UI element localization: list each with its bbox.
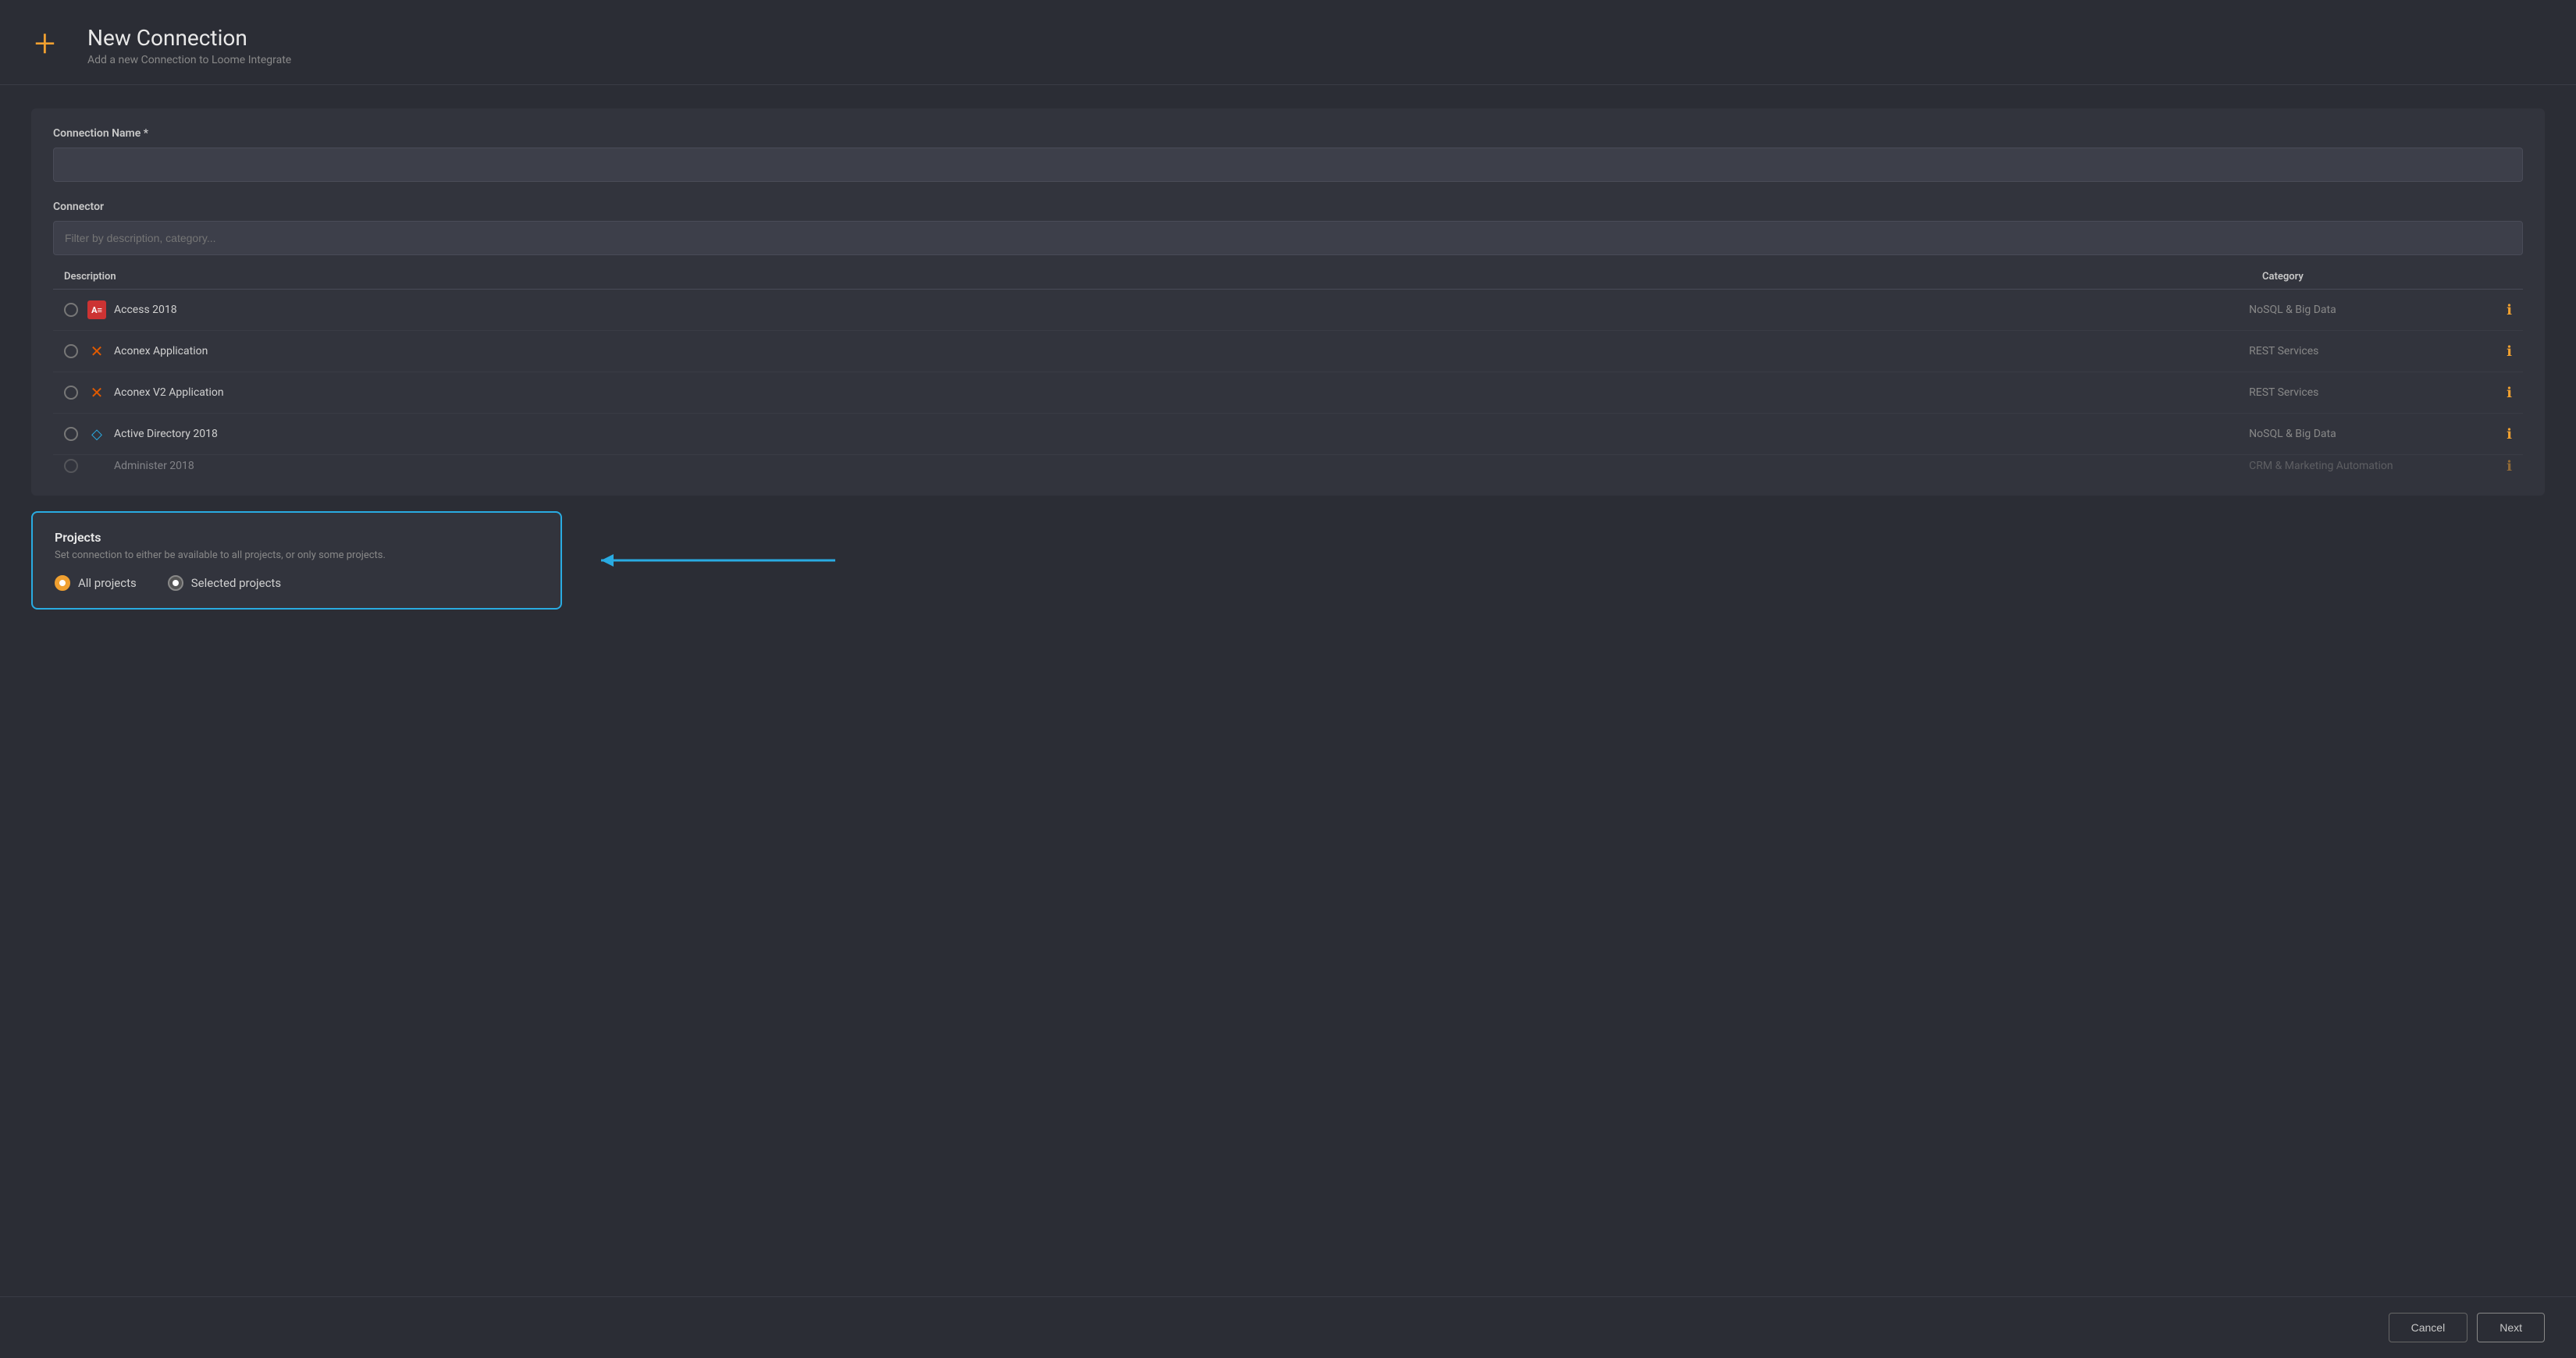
category-column-header: Category: [2262, 271, 2512, 283]
connection-name-input[interactable]: [53, 148, 2523, 182]
new-connection-icon: +: [31, 22, 72, 69]
connector-category-administer: CRM & Marketing Automation: [2249, 460, 2499, 472]
connector-name-aconex-app: Aconex Application: [114, 345, 2249, 357]
next-button[interactable]: Next: [2477, 1313, 2545, 1342]
arrow-svg: [585, 545, 851, 576]
connector-list: A≡ Access 2018 NoSQL & Big Data ℹ ✕ Acon…: [53, 290, 2523, 477]
connector-radio-aconex-app[interactable]: [64, 344, 78, 358]
aconex-app-icon: ✕: [87, 342, 106, 361]
description-column-header: Description: [64, 271, 2262, 283]
connector-category-aconex-v2: REST Services: [2249, 386, 2499, 399]
projects-title: Projects: [55, 530, 539, 545]
connector-label: Connector: [53, 201, 2523, 213]
projects-options: All projects Selected projects: [55, 575, 539, 591]
projects-with-arrow: Projects Set connection to either be ava…: [31, 511, 2545, 610]
connector-row[interactable]: Administer 2018 CRM & Marketing Automati…: [53, 455, 2523, 477]
aconex-v2-icon: ✕: [87, 383, 106, 402]
active-dir-icon: ◇: [87, 425, 106, 443]
connector-filter-input[interactable]: [53, 221, 2523, 255]
cancel-button[interactable]: Cancel: [2389, 1313, 2468, 1342]
connection-name-field: Connection Name *: [53, 127, 2523, 182]
projects-section: Projects Set connection to either be ava…: [31, 511, 562, 610]
page-title: New Connection: [87, 25, 291, 51]
connector-name-aconex-v2: Aconex V2 Application: [114, 386, 2249, 399]
selected-projects-option[interactable]: Selected projects: [168, 575, 281, 591]
access-2018-icon: A≡: [87, 300, 106, 319]
form-section: Connection Name * Connector Description …: [31, 108, 2545, 496]
selected-projects-radio[interactable]: [168, 575, 183, 591]
page-header: + New Connection Add a new Connection to…: [0, 0, 2576, 85]
info-icon-active-dir[interactable]: ℹ: [2507, 426, 2512, 443]
connector-table-header: Description Category: [53, 261, 2523, 290]
arrow-annotation: [585, 545, 851, 576]
connector-name-active-dir: Active Directory 2018: [114, 428, 2249, 440]
connector-radio-administer[interactable]: [64, 459, 78, 473]
all-projects-label: All projects: [78, 576, 137, 590]
connector-row[interactable]: A≡ Access 2018 NoSQL & Big Data ℹ: [53, 290, 2523, 331]
connection-name-label: Connection Name *: [53, 127, 2523, 140]
info-icon-administer[interactable]: ℹ: [2507, 458, 2512, 475]
all-projects-option[interactable]: All projects: [55, 575, 137, 591]
info-icon-access-2018[interactable]: ℹ: [2507, 302, 2512, 318]
connector-row[interactable]: ✕ Aconex Application REST Services ℹ: [53, 331, 2523, 372]
header-text-block: New Connection Add a new Connection to L…: [87, 25, 291, 66]
connector-name-administer: Administer 2018: [114, 460, 2249, 472]
info-icon-aconex-app[interactable]: ℹ: [2507, 343, 2512, 360]
connector-category-aconex-app: REST Services: [2249, 345, 2499, 357]
page-subtitle: Add a new Connection to Loome Integrate: [87, 54, 291, 66]
connector-category-access-2018: NoSQL & Big Data: [2249, 304, 2499, 316]
connector-row[interactable]: ✕ Aconex V2 Application REST Services ℹ: [53, 372, 2523, 414]
selected-projects-label: Selected projects: [191, 576, 281, 590]
connector-radio-aconex-v2[interactable]: [64, 386, 78, 400]
connector-row[interactable]: ◇ Active Directory 2018 NoSQL & Big Data…: [53, 414, 2523, 455]
info-icon-aconex-v2[interactable]: ℹ: [2507, 385, 2512, 401]
administer-icon: [87, 457, 106, 475]
main-content: Connection Name * Connector Description …: [0, 85, 2576, 1296]
projects-subtitle: Set connection to either be available to…: [55, 549, 539, 561]
connector-section: Connector Description Category A≡ Access…: [53, 201, 2523, 477]
svg-text:+: +: [34, 22, 55, 62]
all-projects-radio[interactable]: [55, 575, 70, 591]
connector-category-active-dir: NoSQL & Big Data: [2249, 428, 2499, 440]
connector-radio-active-dir[interactable]: [64, 427, 78, 441]
page-footer: Cancel Next: [0, 1296, 2576, 1358]
connector-name-access-2018: Access 2018: [114, 304, 2249, 316]
connector-radio-access-2018[interactable]: [64, 303, 78, 317]
